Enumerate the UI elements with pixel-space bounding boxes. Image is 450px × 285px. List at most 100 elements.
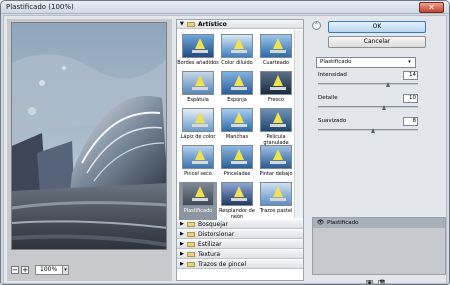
filter-gallery-window: Plastificado (100%) ✕ − + 100% ▾ ▼ Artís…	[0, 0, 450, 285]
filter-preview-image	[182, 34, 214, 58]
filter-select-value: Plastificado	[320, 59, 352, 65]
expanded-triangle-icon: ▼	[180, 21, 184, 27]
folder-icon	[187, 252, 195, 257]
filter-preview-image	[221, 34, 253, 58]
category-row[interactable]: ▶ Bosquejar	[177, 220, 303, 229]
filter-preview-image	[182, 145, 214, 169]
filter-preview-image	[260, 34, 292, 58]
boat-hull-icon	[231, 161, 247, 164]
category-row[interactable]: ▶ Distorsionar	[177, 230, 303, 239]
sailboat-icon	[273, 149, 283, 160]
boat-hull-icon	[231, 87, 247, 90]
filter-thumbnail-label: Espátula	[187, 97, 209, 103]
boat-hull-icon	[192, 161, 208, 164]
boat-hull-icon	[270, 124, 286, 127]
sailboat-icon	[234, 186, 244, 197]
filter-thumbnail-label: Pincel seco	[184, 171, 212, 177]
filter-select[interactable]: Plastificado ▾	[316, 57, 416, 68]
filter-preview-image	[182, 182, 214, 206]
eye-icon[interactable]: 👁	[316, 219, 325, 227]
chevron-down-icon: ▾	[64, 267, 67, 273]
boat-hull-icon	[270, 87, 286, 90]
sailboat-icon	[234, 38, 244, 49]
zoom-out-button[interactable]: −	[11, 266, 19, 274]
sailboat-icon	[273, 186, 283, 197]
boat-hull-icon	[192, 87, 208, 90]
filter-thumbnail-label: Resplandor de neón	[219, 208, 255, 220]
sailboat-icon	[273, 38, 283, 49]
filter-preview-image	[260, 145, 292, 169]
filter-preview-image	[221, 145, 253, 169]
folder-icon	[187, 242, 195, 247]
category-label: Artístico	[198, 21, 227, 28]
sailboat-icon	[195, 112, 205, 123]
cancel-button[interactable]: Cancelar	[328, 36, 426, 48]
gallery-scrollbar[interactable]	[294, 30, 303, 218]
effect-layer-name: Plastificado	[327, 220, 359, 226]
dialog-content: − + 100% ▾ ▼ Artístico Bordes añadidos Co…	[3, 15, 447, 284]
sailboat-icon	[195, 75, 205, 86]
chevron-down-icon: ▾	[408, 59, 411, 65]
boat-hull-icon	[270, 198, 286, 201]
filter-thumbnail-label: Trazos pastel	[259, 208, 293, 214]
new-layer-icon: ▣	[367, 280, 372, 285]
param-value-field[interactable]: 8	[403, 117, 418, 126]
param-label: Suavizado	[318, 118, 347, 124]
filter-thumbnail-label: Esponja	[227, 97, 247, 103]
folder-icon	[187, 222, 195, 227]
filter-thumbnail-label: Pinceladas	[223, 171, 251, 177]
filter-thumbnail-label: Manchas	[225, 134, 249, 140]
category-row[interactable]: ▶ Trazos de pincel	[177, 260, 303, 269]
collapse-gallery-button[interactable]: ⌃	[312, 21, 321, 30]
title-bar: Plastificado (100%) ✕	[1, 1, 449, 14]
filter-preview-image	[221, 71, 253, 95]
folder-icon	[187, 22, 195, 27]
filter-thumbnail-label: Plastificado	[183, 208, 213, 214]
boat-hull-icon	[192, 50, 208, 53]
new-effect-layer-button[interactable]: ▣	[366, 280, 373, 285]
filter-thumbnail-label: Color diluido	[221, 60, 253, 66]
category-label: Trazos de pincel	[198, 261, 247, 268]
ok-button[interactable]: OK	[328, 21, 426, 33]
param-slider[interactable]	[318, 129, 418, 131]
category-artistico[interactable]: ▼ Artístico	[177, 20, 303, 29]
filter-preview-image	[182, 108, 214, 132]
param-slider[interactable]	[318, 106, 418, 108]
param-slider[interactable]	[318, 83, 418, 85]
category-row[interactable]: ▶ Textura	[177, 250, 303, 259]
effect-layer-row[interactable]: 👁 Plastificado	[313, 218, 445, 228]
sailboat-icon	[234, 75, 244, 86]
zoom-dropdown-button[interactable]: ▾	[62, 265, 69, 275]
folder-icon	[187, 232, 195, 237]
sailboat-icon	[195, 186, 205, 197]
collapsed-triangle-icon: ▶	[180, 241, 184, 247]
boat-hull-icon	[231, 198, 247, 201]
boat-hull-icon	[192, 198, 208, 201]
filter-thumbnail-label: Cuarteado	[262, 60, 290, 66]
param-value-field[interactable]: 10	[403, 94, 418, 103]
category-label: Distorsionar	[198, 231, 235, 238]
trash-icon: 🗑	[379, 280, 386, 285]
zoom-in-button[interactable]: +	[21, 266, 29, 274]
preview-image[interactable]	[11, 22, 167, 250]
filter-thumbnail-label: Bordes añadidos	[177, 60, 219, 66]
collapsed-triangle-icon: ▶	[180, 221, 184, 227]
category-row[interactable]: ▶ Estilizar	[177, 240, 303, 249]
window-title: Plastificado (100%)	[6, 3, 74, 11]
delete-effect-layer-button[interactable]: 🗑	[378, 280, 386, 285]
filter-preview-image	[260, 182, 292, 206]
filter-thumbnail-label: Fresco	[268, 97, 284, 103]
filter-preview-image	[260, 71, 292, 95]
boat-hull-icon	[231, 50, 247, 53]
filter-thumbnail-label: Lápiz de color	[180, 134, 216, 140]
param-value-field[interactable]: 14	[403, 71, 418, 80]
minus-icon: −	[12, 266, 18, 274]
category-label: Estilizar	[198, 241, 222, 248]
sailboat-icon	[195, 149, 205, 160]
param-label: Detalle	[318, 95, 338, 101]
chevron-up-icon: ⌃	[314, 22, 319, 28]
effect-layers-panel: 👁 Plastificado	[312, 217, 446, 275]
collapsed-triangle-icon: ▶	[180, 261, 184, 267]
collapsed-triangle-icon: ▶	[180, 251, 184, 257]
close-button[interactable]: ✕	[419, 2, 444, 13]
